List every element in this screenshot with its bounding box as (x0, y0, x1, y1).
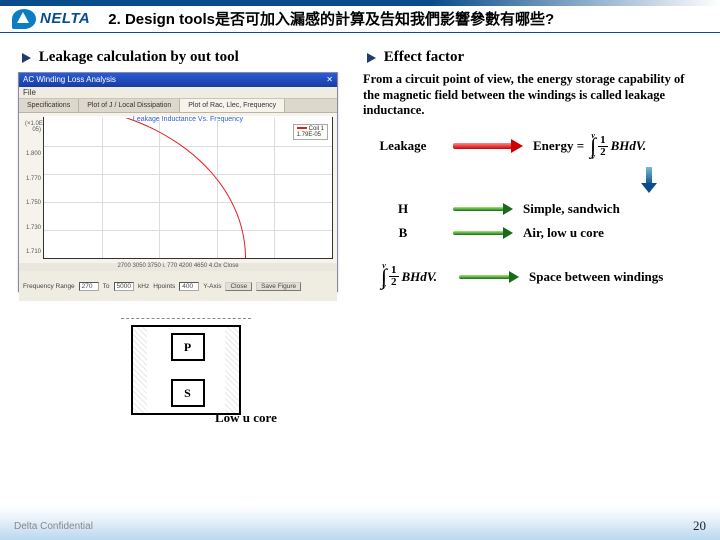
legend-value: 1.79E-05 (297, 132, 321, 138)
freq-from-input[interactable]: 270 (79, 282, 99, 291)
save-figure-button[interactable]: Save Figure (256, 282, 301, 291)
energy-formula: v∫v 12 BHdV. (590, 133, 646, 160)
fraction: 12 (389, 265, 399, 288)
secondary-winding-box: S (171, 379, 205, 407)
header-row: NELTA 2. Design tools是否可加入漏感的計算及告知我們影響參數… (0, 6, 720, 29)
confidential-label: Delta Confidential (14, 521, 93, 532)
frac-num: 1 (598, 135, 608, 147)
label-h: H (363, 201, 443, 217)
tab-plot-rac[interactable]: Plot of Rac, Llec, Frequency (180, 99, 285, 112)
arrow-green-icon (453, 205, 513, 213)
row-h: H Simple, sandwich (363, 201, 702, 217)
plot-area: (×1.0E-05) 1.800 1.770 1.750 1.730 1.710… (19, 113, 337, 263)
arrow-green-icon (459, 273, 519, 281)
leakage-curve (44, 118, 246, 258)
right-heading-text: Effect factor (384, 49, 464, 65)
hpoints-label: Hpoints (153, 283, 175, 290)
formula-body: BHdV. (402, 269, 438, 285)
app-tabs: Specifications Plot of J / Local Dissipa… (19, 99, 337, 113)
tab-plot-j[interactable]: Plot of J / Local Dissipation (79, 99, 180, 112)
hpoints-input[interactable]: 400 (179, 282, 199, 291)
label-simple: Simple, sandwich (523, 201, 702, 217)
label-space: Space between windings (529, 269, 702, 285)
delta-logo-icon (12, 9, 36, 29)
ytick: 1.750 (25, 200, 41, 206)
arrow-blue-down-icon (643, 167, 655, 193)
primary-winding-box: P (171, 333, 205, 361)
formula-body: BHdV. (611, 138, 647, 154)
unit-label: kHz (138, 283, 149, 290)
integral-formula-2: v∫v 12 BHdV. (369, 263, 449, 290)
left-heading-text: Leakage calculation by out tool (39, 49, 239, 65)
label-leakage: Leakage (363, 138, 443, 154)
yaxis-label: Y-Axis (203, 283, 221, 290)
frac-den: 2 (391, 277, 397, 288)
x-axis-ticks: 2700 3050 3750 i. 770 4200 4650 4.Ox Clo… (19, 263, 337, 271)
effect-paragraph: From a circuit point of view, the energy… (363, 72, 702, 119)
page-number: 20 (693, 518, 706, 534)
freq-range-label: Frequency Range (23, 283, 75, 290)
close-icon[interactable]: ✕ (326, 73, 333, 87)
app-titlebar: AC Winding Loss Analysis ✕ (19, 73, 337, 87)
integral-icon: v∫v (381, 263, 387, 290)
app-window: AC Winding Loss Analysis ✕ File Specific… (18, 72, 338, 292)
label-air: Air, low u core (523, 225, 702, 241)
app-input-row: Frequency Range 270 To 5000 kHz Hpoints … (19, 271, 337, 301)
freq-to-input[interactable]: 5000 (114, 282, 134, 291)
row-integral-space: v∫v 12 BHdV. Space between windings (363, 263, 702, 290)
integral-icon: v∫v (590, 133, 596, 160)
app-title-text: AC Winding Loss Analysis (23, 73, 116, 87)
legend-swatch-icon (297, 127, 307, 129)
label-b: B (363, 225, 443, 241)
arrow-red-icon (453, 141, 523, 151)
slide-title: 2. Design tools是否可加入漏感的計算及告知我們影響參數有哪些? (108, 8, 554, 29)
ytick: 1.730 (25, 225, 41, 231)
row-b: B Air, low u core (363, 225, 702, 241)
logo-text: NELTA (40, 10, 90, 27)
y-unit: (×1.0E-05) (25, 121, 41, 133)
core-window-left (147, 327, 171, 413)
arrow-green-icon (453, 229, 513, 237)
row-down-arrow (613, 167, 702, 193)
frac-den: 2 (600, 147, 606, 158)
plot-legend: Coil 1 1.79E-05 (293, 124, 328, 140)
to-label: To (103, 283, 110, 290)
close-button[interactable]: Close (225, 282, 252, 291)
fraction: 12 (598, 135, 608, 158)
right-section-heading: Effect factor (367, 49, 702, 66)
ytick: 1.710 (25, 249, 41, 255)
bullet-triangle-icon (22, 53, 31, 63)
label-energy: Energy = (533, 138, 584, 154)
row-leakage-energy: Leakage Energy = v∫v 12 BHdV. (363, 133, 702, 160)
footer-gradient (0, 506, 720, 540)
bullet-triangle-icon (367, 53, 376, 63)
ytick: 1.770 (25, 176, 41, 182)
ytick: 1.800 (25, 151, 41, 157)
app-menubar[interactable]: File (19, 87, 337, 99)
tab-specifications[interactable]: Specifications (19, 99, 79, 112)
core-outline: P S (131, 325, 241, 415)
plot-canvas: Leakage Inductance Vs. Frequency Coil 1 … (43, 117, 333, 259)
label-low-u-core: Low u core (215, 410, 277, 426)
left-section-heading: Leakage calculation by out tool (22, 49, 353, 66)
y-axis-ticks: (×1.0E-05) 1.800 1.770 1.750 1.730 1.710 (23, 117, 43, 259)
